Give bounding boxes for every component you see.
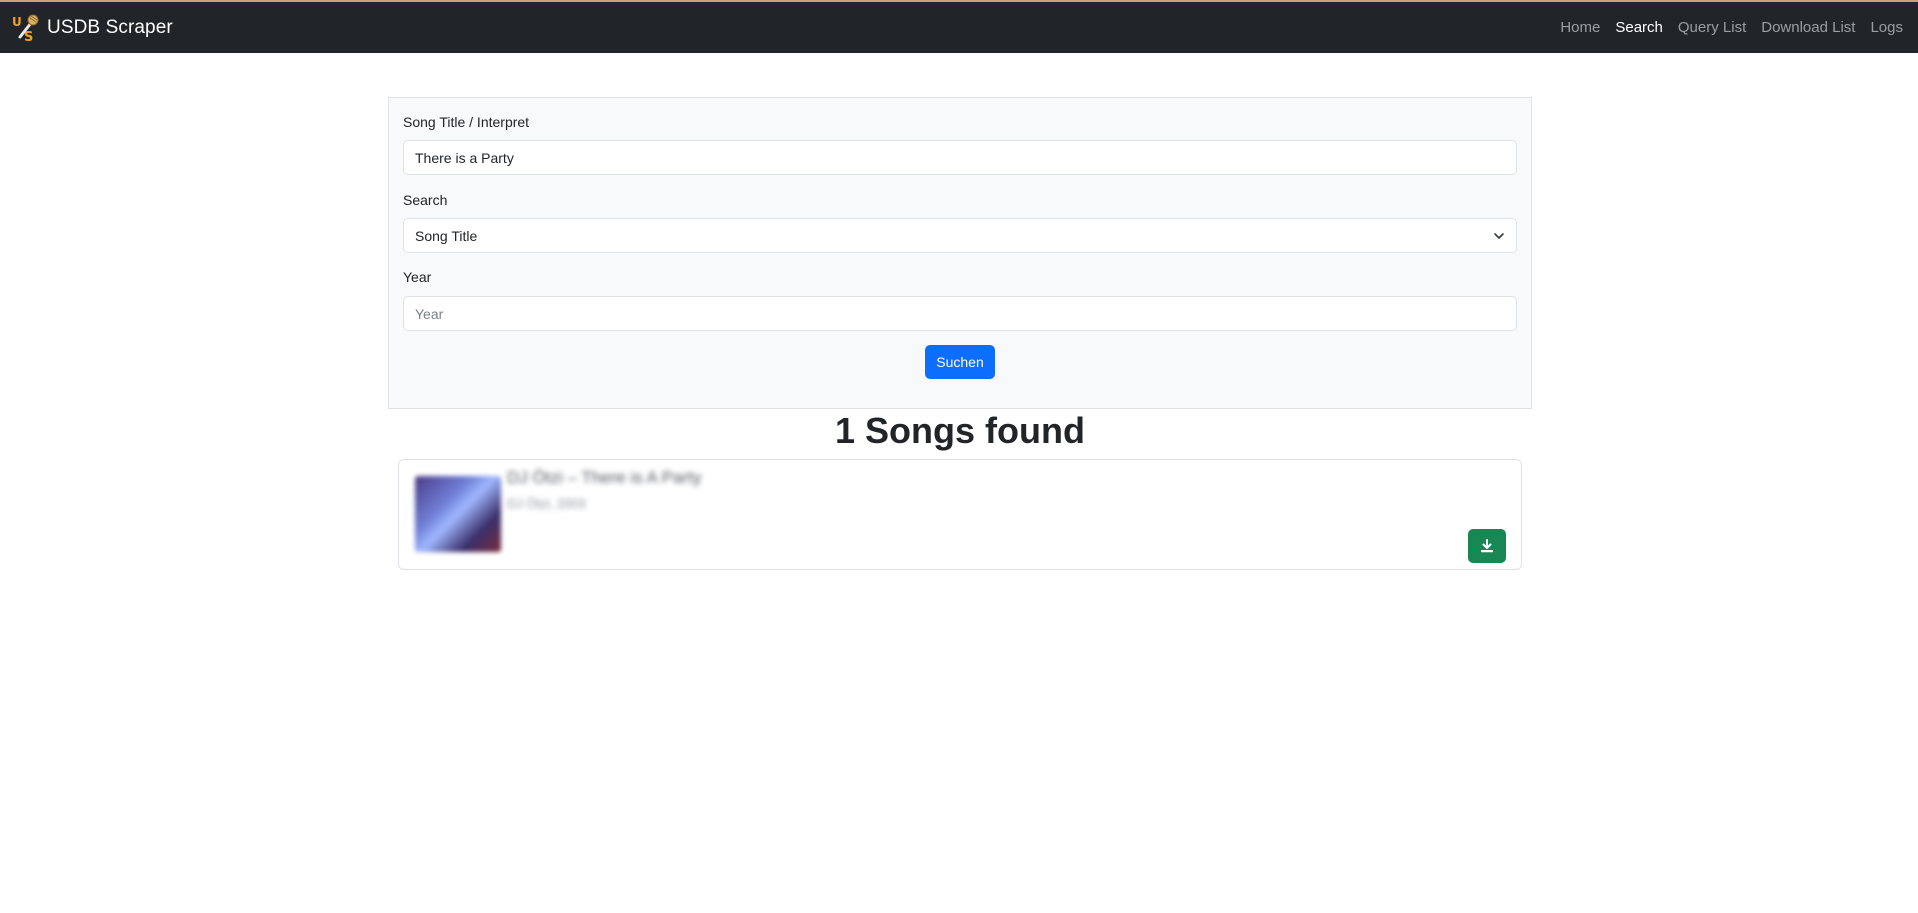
brand-link[interactable]: U S USDB Scraper [11, 13, 173, 43]
title-field-label: Song Title / Interpret [403, 114, 530, 130]
navbar: U S USDB Scraper Home Search Query List … [0, 2, 1918, 53]
nav-home-link[interactable]: Home [1560, 19, 1600, 36]
search-submit-button[interactable]: Suchen [925, 345, 995, 379]
nav-search-link[interactable]: Search [1615, 19, 1663, 36]
search-form: Song Title / Interpret Search Song Title… [388, 97, 1532, 409]
nav-links: Home Search Query List Download List Log… [1560, 2, 1918, 53]
chevron-down-icon [1494, 232, 1504, 239]
nav-query-list-link[interactable]: Query List [1678, 19, 1746, 36]
search-type-select[interactable]: Song Title [403, 218, 1517, 253]
song-subtitle: DJ Ötzi, 2003 [507, 496, 586, 511]
download-button[interactable] [1468, 529, 1506, 563]
search-type-label: Search [403, 192, 448, 208]
result-card: DJ Ötzi – There is A Party DJ Ötzi, 2003 [398, 459, 1522, 570]
results-heading: 1 Songs found [835, 410, 1085, 451]
year-field-label: Year [403, 269, 432, 285]
microphone-us-logo-icon: U S [12, 14, 39, 43]
song-title: DJ Ötzi – There is A Party [507, 468, 702, 487]
year-input[interactable] [403, 296, 1517, 331]
search-type-value: Song Title [415, 227, 478, 244]
title-input[interactable] [403, 140, 1517, 175]
brand-name: USDB Scraper [47, 16, 173, 38]
nav-logs-link[interactable]: Logs [1870, 19, 1903, 36]
download-icon [1481, 539, 1493, 553]
nav-download-list-link[interactable]: Download List [1761, 19, 1855, 36]
svg-text:U: U [12, 15, 22, 29]
album-cover-image [415, 476, 501, 552]
